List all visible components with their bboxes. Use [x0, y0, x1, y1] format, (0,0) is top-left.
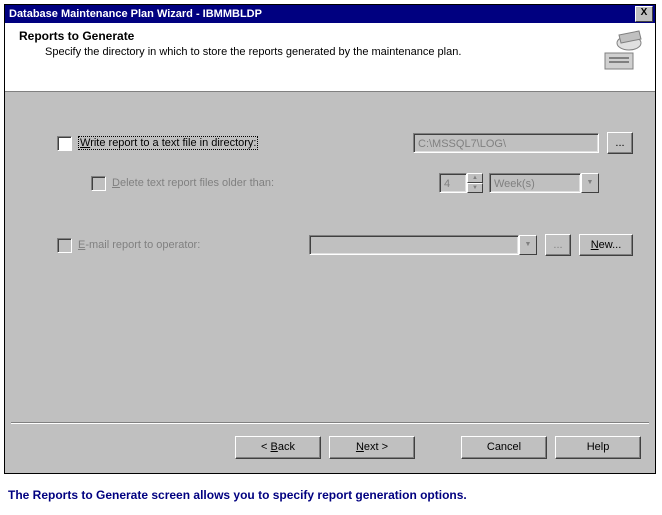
- help-button[interactable]: Help: [555, 436, 641, 459]
- next-button[interactable]: Next >: [329, 436, 415, 459]
- chevron-down-icon: ▼: [519, 235, 537, 255]
- spinner-down-icon: ▼: [467, 183, 483, 193]
- write-report-label: Write report to a text file in directory…: [78, 136, 258, 150]
- report-directory-input[interactable]: C:\MSSQL7\LOG\: [413, 133, 599, 153]
- back-button[interactable]: < Back: [235, 436, 321, 459]
- spinner-up-icon: ▲: [467, 173, 483, 183]
- chevron-down-icon: ▼: [581, 173, 599, 193]
- delete-age-unit-select: Week(s) ▼: [489, 173, 599, 193]
- page-subtitle: Specify the directory in which to store …: [45, 46, 647, 58]
- new-operator-button[interactable]: New...: [579, 234, 633, 256]
- wizard-footer: < Back Next > Cancel Help: [5, 424, 655, 473]
- title-bar: Database Maintenance Plan Wizard - IBMMB…: [5, 5, 655, 23]
- page-caption: The Reports to Generate screen allows yo…: [8, 488, 654, 502]
- operator-value: [309, 235, 519, 255]
- server-icon: [599, 29, 645, 75]
- delete-old-checkbox: [91, 176, 106, 191]
- operator-browse-button: ...: [545, 234, 571, 256]
- close-button[interactable]: X: [635, 6, 653, 22]
- cancel-button[interactable]: Cancel: [461, 436, 547, 459]
- page-title: Reports to Generate: [19, 29, 647, 43]
- delete-age-value: 4: [439, 173, 467, 193]
- email-report-checkbox: [57, 238, 72, 253]
- wizard-window: Database Maintenance Plan Wizard - IBMMB…: [4, 4, 656, 474]
- email-report-label: E-mail report to operator:: [78, 239, 200, 251]
- window-title: Database Maintenance Plan Wizard - IBMMB…: [9, 8, 262, 20]
- wizard-header: Reports to Generate Specify the director…: [5, 23, 655, 92]
- delete-age-unit-value: Week(s): [489, 173, 581, 193]
- operator-select: ▼: [309, 235, 537, 255]
- browse-directory-button[interactable]: ...: [607, 132, 633, 154]
- delete-age-spinner: 4 ▲ ▼: [439, 173, 483, 193]
- delete-old-label: Delete text report files older than:: [112, 177, 274, 189]
- wizard-content: Write report to a text file in directory…: [5, 92, 655, 422]
- write-report-checkbox[interactable]: [57, 136, 72, 151]
